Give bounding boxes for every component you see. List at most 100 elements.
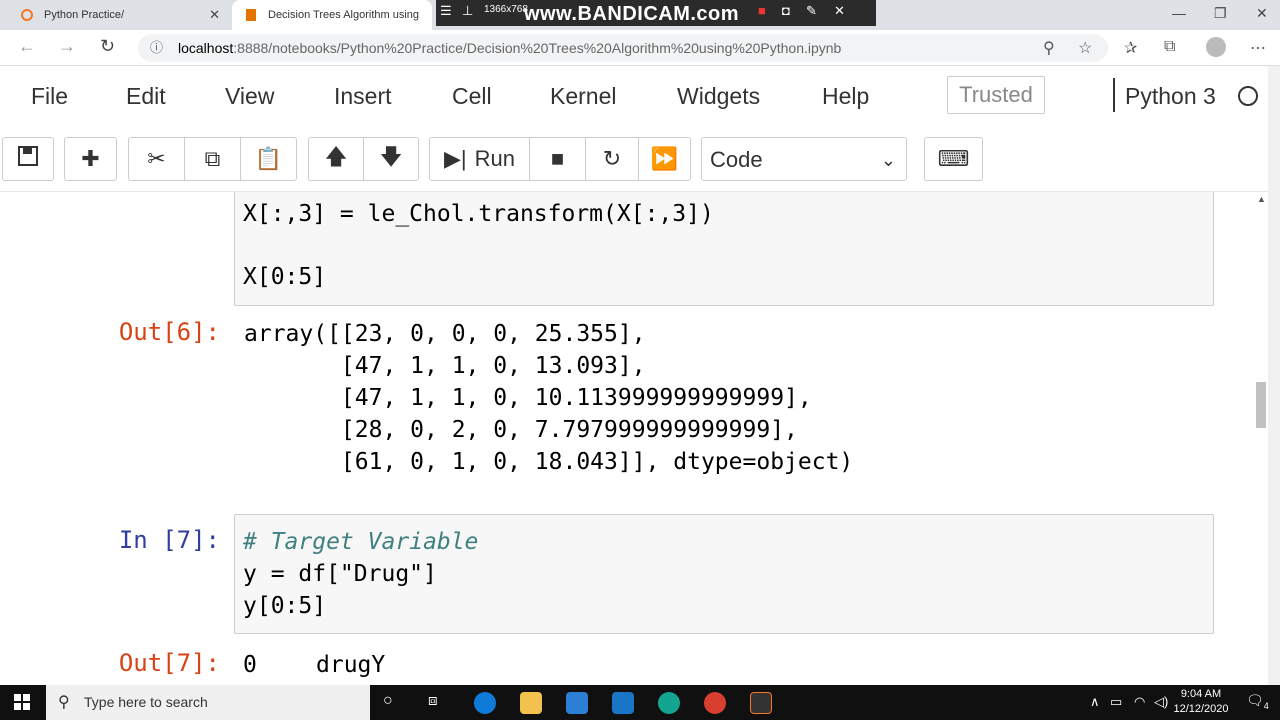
record-icon: ■	[758, 3, 766, 18]
interrupt-button[interactable]: ■	[529, 137, 586, 181]
cortana-icon[interactable]: ○	[383, 692, 393, 710]
file-explorer-icon[interactable]	[520, 692, 542, 714]
pin-icon: ⊥	[462, 3, 474, 18]
menu-edit[interactable]: Edit	[126, 83, 166, 110]
url-path: :8888/notebooks/Python%20Practice/Decisi…	[233, 40, 842, 56]
avatar[interactable]	[1206, 37, 1226, 57]
output-line: [47, 1, 1, 0, 13.093],	[244, 353, 646, 379]
keyboard-icon: ⌨	[937, 146, 970, 171]
kernel-divider	[1113, 78, 1115, 112]
volume-icon[interactable]: ◁)	[1154, 694, 1168, 710]
reload-icon[interactable]: ↻	[100, 36, 115, 57]
url-host: localhost	[178, 40, 234, 56]
scrollbar-thumb[interactable]	[1256, 382, 1266, 428]
notification-count: 4	[1263, 700, 1269, 711]
minimize-icon[interactable]: —	[1172, 5, 1186, 21]
restart-icon: ↻	[602, 146, 622, 171]
cell-type-value: Code	[710, 147, 763, 172]
notebook-icon	[244, 8, 258, 22]
edge-icon[interactable]	[474, 692, 496, 714]
menu-widgets[interactable]: Widgets	[677, 83, 760, 110]
cell-type-select[interactable]: Code ⌄	[701, 137, 907, 181]
input-prompt: In [7]:	[118, 526, 220, 554]
command-palette-button[interactable]: ⌨	[924, 137, 983, 181]
tab-title: Decision Trees Algorithm using	[268, 9, 420, 21]
windows-taskbar: ⚲ Type here to search ○ ⧈ ∧ ▭ ◠ ◁) 9:04 …	[0, 685, 1280, 720]
arrow-up-icon: 🡅	[324, 144, 348, 169]
paste-button[interactable]: 📋	[240, 137, 297, 181]
tab-title: Python Practice/	[44, 9, 125, 21]
paste-icon: 📋	[254, 146, 283, 171]
show-hidden-icon[interactable]: ∧	[1090, 694, 1100, 710]
trusted-indicator[interactable]: Trusted	[947, 76, 1045, 114]
star-icon[interactable]: ☆	[1078, 38, 1092, 58]
page-scrollbar[interactable]	[1268, 66, 1280, 685]
notebook-scrollbar[interactable]: ▲	[1254, 192, 1268, 685]
favorites-icon[interactable]: ✰	[1124, 38, 1137, 58]
kernel-name[interactable]: Python 3	[1125, 83, 1216, 110]
taskbar-search-input[interactable]: ⚲ Type here to search	[46, 685, 370, 720]
copy-button[interactable]: ⧉	[184, 137, 241, 181]
close-window-icon[interactable]: ✕	[1256, 5, 1268, 22]
menu-help[interactable]: Help	[822, 83, 869, 110]
task-view-icon[interactable]: ⧈	[428, 692, 438, 709]
back-icon[interactable]: ←	[18, 36, 36, 57]
menu-file[interactable]: File	[31, 83, 68, 110]
scroll-up-icon[interactable]: ▲	[1257, 194, 1266, 204]
tab-python-practice[interactable]: Python Practice/ ✕	[8, 0, 230, 30]
run-button[interactable]: ▶| Run	[429, 137, 530, 181]
tab-decision-trees[interactable]: Decision Trees Algorithm using	[232, 0, 432, 30]
chrome-icon[interactable]	[704, 692, 726, 714]
close-icon[interactable]: ✕	[209, 7, 220, 23]
search-placeholder: Type here to search	[84, 694, 208, 710]
move-down-button[interactable]: 🡇	[363, 137, 419, 181]
camera-icon: ◘	[782, 3, 790, 18]
cut-button[interactable]: ✂	[128, 137, 185, 181]
chevron-down-icon: ⌄	[880, 150, 896, 170]
pencil-icon: ✎	[806, 3, 817, 18]
notification-icon[interactable]: 🗨4	[1246, 692, 1269, 711]
scissors-icon: ✂	[147, 146, 166, 171]
output-value: drugY	[316, 652, 386, 678]
url-input[interactable]: ⓘ localhost:8888/notebooks/Python%20Prac…	[138, 34, 1108, 62]
output-prompt: Out[6]:	[118, 318, 220, 346]
forward-icon[interactable]: →	[58, 36, 76, 57]
save-icon	[17, 145, 39, 173]
menu-insert[interactable]: Insert	[334, 83, 392, 110]
wifi-icon[interactable]: ◠	[1134, 694, 1145, 710]
move-up-button[interactable]: 🡅	[308, 137, 364, 181]
save-button[interactable]	[2, 137, 54, 181]
mail-icon[interactable]	[612, 692, 634, 714]
menu-view[interactable]: View	[225, 83, 274, 110]
step-icon: ▶|	[444, 146, 467, 171]
zoom-icon[interactable]: ⚲	[1043, 38, 1055, 58]
output-index: 0	[243, 652, 257, 678]
fast-forward-icon: ⏩	[650, 146, 679, 171]
notebook-toolbar: ✚ ✂ ⧉ 📋 🡅 🡇 ▶| Run ■ ↻ ⏩ Code ⌄ ⌨	[0, 126, 1268, 192]
search-icon: ⚲	[58, 694, 70, 711]
output-line: [28, 0, 2, 0, 7.797999999999999],	[244, 417, 798, 443]
jupyter-icon	[20, 8, 34, 22]
code-line: X[0:5]	[243, 264, 327, 290]
copy-icon: ⧉	[204, 146, 221, 171]
taskbar-clock[interactable]: 9:04 AM 12/12/2020	[1170, 687, 1232, 717]
battery-icon[interactable]: ▭	[1110, 694, 1122, 710]
code-line: y[0:5]	[243, 593, 327, 619]
insert-cell-button[interactable]: ✚	[64, 137, 117, 181]
restart-button[interactable]: ↻	[585, 137, 639, 181]
jupyter-app-icon[interactable]	[750, 692, 772, 714]
menu-kernel[interactable]: Kernel	[550, 83, 616, 110]
plus-icon: ✚	[81, 146, 100, 171]
restore-icon[interactable]: ❐	[1214, 5, 1227, 22]
kernel-status-icon	[1238, 86, 1258, 106]
restart-run-all-button[interactable]: ⏩	[638, 137, 691, 181]
more-icon[interactable]: ⋯	[1250, 38, 1266, 58]
arrow-down-icon: 🡇	[379, 144, 403, 169]
windows-start-icon[interactable]	[14, 694, 30, 710]
edge-browser-icon[interactable]	[658, 692, 680, 714]
menu-cell[interactable]: Cell	[452, 83, 492, 110]
collections-icon[interactable]: ⧉	[1164, 38, 1175, 56]
store-icon[interactable]	[566, 692, 588, 714]
bandicam-brand: www.BANDICAM.com	[524, 3, 740, 25]
notebook-area[interactable]: X[:,3] = le_Chol.transform(X[:,3]) X[0:5…	[0, 192, 1268, 685]
